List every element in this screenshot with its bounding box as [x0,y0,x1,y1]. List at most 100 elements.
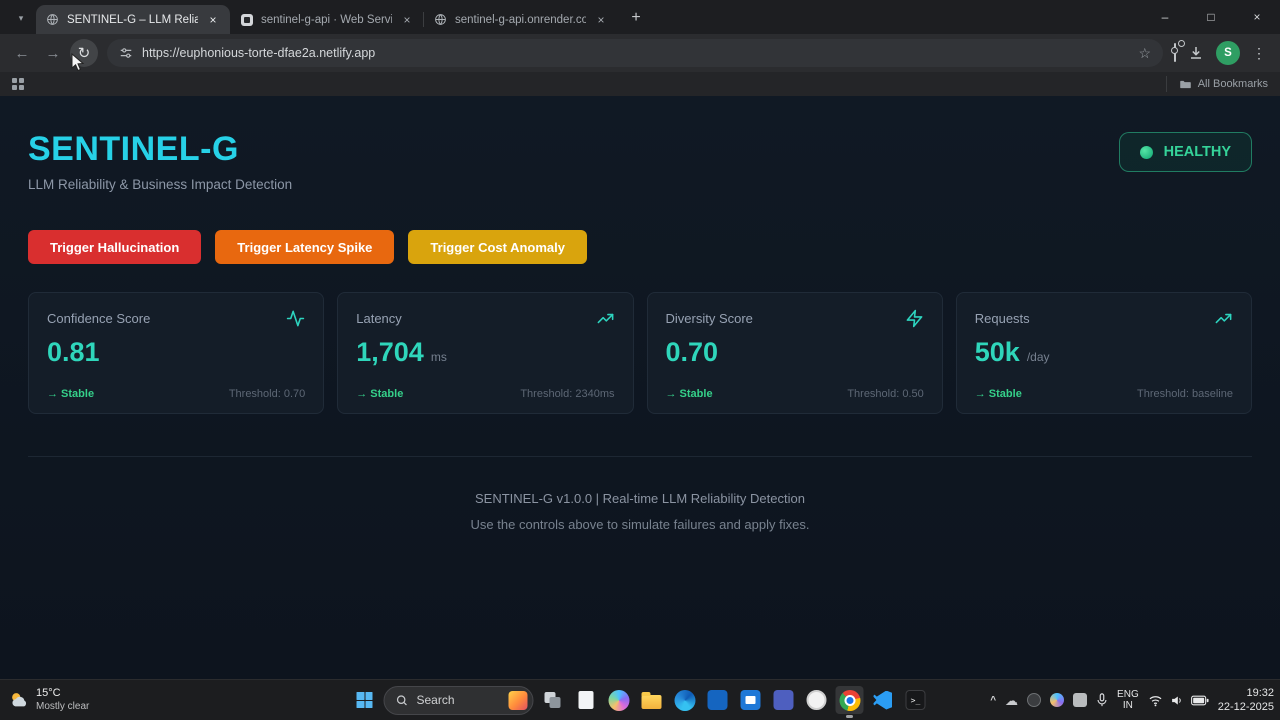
search-label: Search [416,693,455,707]
system-tray: ^ ☁ ENG IN 19:32 22-12-2025 [990,680,1274,720]
tab-strip: ▾ SENTINEL-G – LLM Reliability D × senti… [0,0,1280,34]
render-favicon-icon [239,12,254,27]
taskbar-search-box[interactable]: Search [383,685,534,715]
trending-up-icon [1214,309,1233,328]
chrome-icon[interactable] [835,686,864,714]
tab-onrender-api[interactable]: sentinel-g-api.onrender.com × [423,5,618,34]
weather-temp: 15°C [36,686,61,699]
notepad-icon[interactable] [572,686,600,714]
battery-icon [1190,695,1209,706]
pinned-round-app-icon[interactable] [803,686,831,714]
trending-up-icon [596,309,615,328]
language-indicator[interactable]: ENG IN [1117,689,1139,712]
pinned-app-icon[interactable] [770,686,798,714]
trigger-button-row: Trigger Hallucination Trigger Latency Sp… [28,230,1252,264]
microsoft-store-icon[interactable] [737,686,765,714]
bookmark-star-icon[interactable]: ☆ [1138,45,1151,62]
weather-widget[interactable]: 15°C Mostly clear [8,680,89,720]
page-subtitle: LLM Reliability & Business Impact Detect… [28,177,293,192]
threshold-label: Threshold: 2340ms [520,388,615,400]
metric-value: 50k [974,337,1020,367]
requests-card: Requests 50k /day → Stable Threshold: ba… [955,292,1252,414]
maximize-button[interactable]: □ [1188,0,1234,34]
taskbar-center: Search >_ [351,680,930,720]
tray-app-icon-2[interactable] [1050,693,1065,707]
reload-button[interactable]: ↻ [70,39,98,67]
tray-app-icon-1[interactable] [1027,693,1042,707]
clock-date: 22-12-2025 [1217,701,1274,713]
toolbar-actions: S ⋮ [1172,41,1272,65]
tab-sentinel-g[interactable]: SENTINEL-G – LLM Reliability D × [36,5,230,34]
edge-icon[interactable] [671,686,699,714]
trend-label: → Stable [47,388,95,400]
trigger-latency-spike-button[interactable]: Trigger Latency Spike [215,230,395,264]
clock-widget[interactable]: 19:32 22-12-2025 [1218,686,1274,715]
clock-time: 19:32 [1246,686,1274,699]
trigger-cost-anomaly-button[interactable]: Trigger Cost Anomaly [408,230,588,264]
language-line2: IN [1122,700,1133,711]
browser-menu-icon[interactable]: ⋮ [1252,45,1266,62]
status-label: HEALTHY [1163,144,1231,160]
tab-render-web-service[interactable]: sentinel-g-api · Web Service · × [230,5,424,34]
wifi-icon [1148,694,1163,707]
browser-toolbar: ← → ↻ https://euphonious-torte-dfae2a.ne… [0,34,1280,72]
trend-label: → Stable [665,388,713,400]
footer-divider [28,456,1252,457]
threshold-label: Threshold: 0.70 [228,388,306,400]
minimize-button[interactable]: – [1142,0,1188,34]
status-badge: HEALTHY [1118,132,1252,172]
site-info-icon[interactable] [119,46,133,60]
new-tab-button[interactable]: + [623,5,649,31]
folder-icon [1179,78,1192,91]
profile-avatar[interactable]: S [1216,41,1240,65]
confidence-score-card: Confidence Score 0.81 → Stable Threshold… [28,292,325,414]
all-bookmarks-label: All Bookmarks [1197,78,1268,90]
back-button[interactable]: ← [8,39,36,67]
microphone-tray-icon[interactable] [1096,693,1108,707]
forward-button[interactable]: → [39,39,67,67]
system-status-icons[interactable] [1148,694,1209,707]
threshold-label: Threshold: baseline [1136,388,1233,400]
tab-close-icon[interactable]: × [399,12,415,28]
hidden-icons-chevron[interactable]: ^ [990,695,996,706]
trigger-hallucination-button[interactable]: Trigger Hallucination [28,230,202,264]
footer-version-text: SENTINEL-G v1.0.0 | Real-time LLM Reliab… [475,491,805,506]
page-header: SENTINEL-G LLM Reliability & Business Im… [28,130,1252,192]
task-view-icon[interactable] [539,686,567,714]
downloads-icon[interactable] [1188,45,1204,61]
globe-favicon-icon [433,12,448,27]
status-dot-icon [1139,145,1153,159]
url-text[interactable]: https://euphonious-torte-dfae2a.netlify.… [142,46,1129,60]
tab-close-icon[interactable]: × [593,12,609,28]
tab-search-chevron-icon[interactable]: ▾ [8,4,34,32]
trend-label: → Stable [356,388,404,400]
address-bar[interactable]: https://euphonious-torte-dfae2a.netlify.… [107,39,1163,67]
tab-title: SENTINEL-G – LLM Reliability D [67,13,198,26]
all-bookmarks-button[interactable]: All Bookmarks [1165,76,1268,92]
extensions-icon[interactable] [1174,43,1176,62]
tray-app-icon-3[interactable] [1073,693,1088,707]
metric-unit: /day [1026,350,1050,364]
outlook-icon[interactable] [704,686,732,714]
latency-card: Latency 1,704 ms → Stable Threshold: 234… [337,292,634,414]
search-highlights-icon [508,690,528,710]
vscode-icon[interactable] [869,686,897,714]
tab-close-icon[interactable]: × [205,12,221,28]
metric-value: 0.70 [665,337,719,367]
card-title: Latency [356,311,402,326]
onedrive-tray-icon[interactable]: ☁ [1005,694,1018,707]
bookmarks-bar: All Bookmarks [0,72,1280,96]
card-title: Confidence Score [47,311,151,326]
diversity-score-card: Diversity Score 0.70 → Stable Threshold:… [646,292,943,414]
volume-icon [1170,694,1184,707]
apps-grid-icon[interactable] [12,78,24,90]
window-controls: – □ × [1142,0,1280,34]
globe-favicon-icon [45,12,60,27]
terminal-icon[interactable]: >_ [902,686,930,714]
file-explorer-icon[interactable] [638,686,666,714]
metric-value: 1,704 [356,337,424,367]
close-button[interactable]: × [1234,0,1280,34]
metric-value: 0.81 [47,337,100,367]
start-button[interactable] [351,686,379,714]
copilot-icon[interactable] [605,686,633,714]
